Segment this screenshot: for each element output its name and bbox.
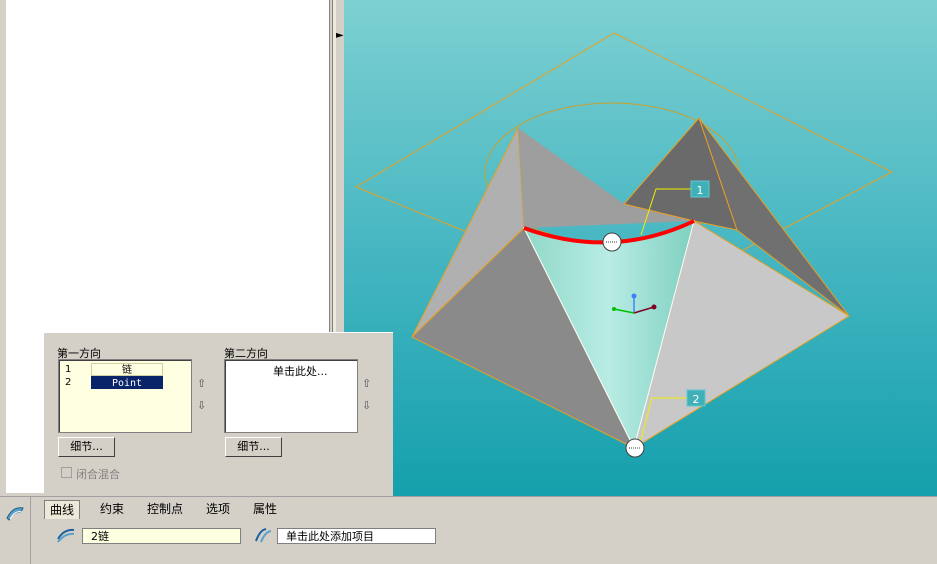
graphics-viewport[interactable]: 1 2 xyxy=(344,0,937,496)
move-down-icon[interactable]: ⇩ xyxy=(362,399,371,412)
details-button-1[interactable]: 细节... xyxy=(58,437,115,457)
tab-control-points[interactable]: 控制点 xyxy=(142,500,188,518)
first-direction-collector[interactable]: 2链 xyxy=(82,528,241,544)
move-down-icon[interactable]: ⇩ xyxy=(197,399,206,412)
tab-curves[interactable]: 曲线 xyxy=(44,500,81,519)
second-direction-icon xyxy=(255,528,272,543)
second-direction-list[interactable]: 单击此处... xyxy=(224,359,358,433)
tab-properties[interactable]: 属性 xyxy=(248,500,282,518)
closed-blend-label: 闭合混合 xyxy=(76,468,120,481)
tab-constraints[interactable]: 约束 xyxy=(95,500,129,518)
callout-1-label: 1 xyxy=(697,184,704,197)
model-graphics: 1 2 xyxy=(354,32,894,458)
first-direction-list[interactable]: 1 链 2 Point xyxy=(58,359,192,433)
boundary-blend-icon xyxy=(6,507,24,521)
curves-slideup-panel: 第一方向 1 链 2 Point ⇧ ⇩ 细节... 第二方向 单击此处... … xyxy=(44,332,393,497)
curve-collector-icon xyxy=(57,528,75,543)
second-list-placeholder: 单击此处... xyxy=(273,365,328,378)
closed-blend-checkbox[interactable] xyxy=(61,467,72,478)
callout-2-label: 2 xyxy=(693,393,700,406)
tab-options[interactable]: 选项 xyxy=(201,500,235,518)
move-up-icon[interactable]: ⇧ xyxy=(362,377,371,390)
second-direction-collector[interactable]: 单击此处添加项目 xyxy=(277,528,436,544)
dashboard-bar: 曲线 约束 控制点 选项 属性 2链 单击此处添加项目 xyxy=(0,496,937,564)
splitter-arrow-icon[interactable]: ► xyxy=(336,30,344,41)
details-button-2[interactable]: 细节... xyxy=(225,437,282,457)
move-up-icon[interactable]: ⇧ xyxy=(197,377,206,390)
